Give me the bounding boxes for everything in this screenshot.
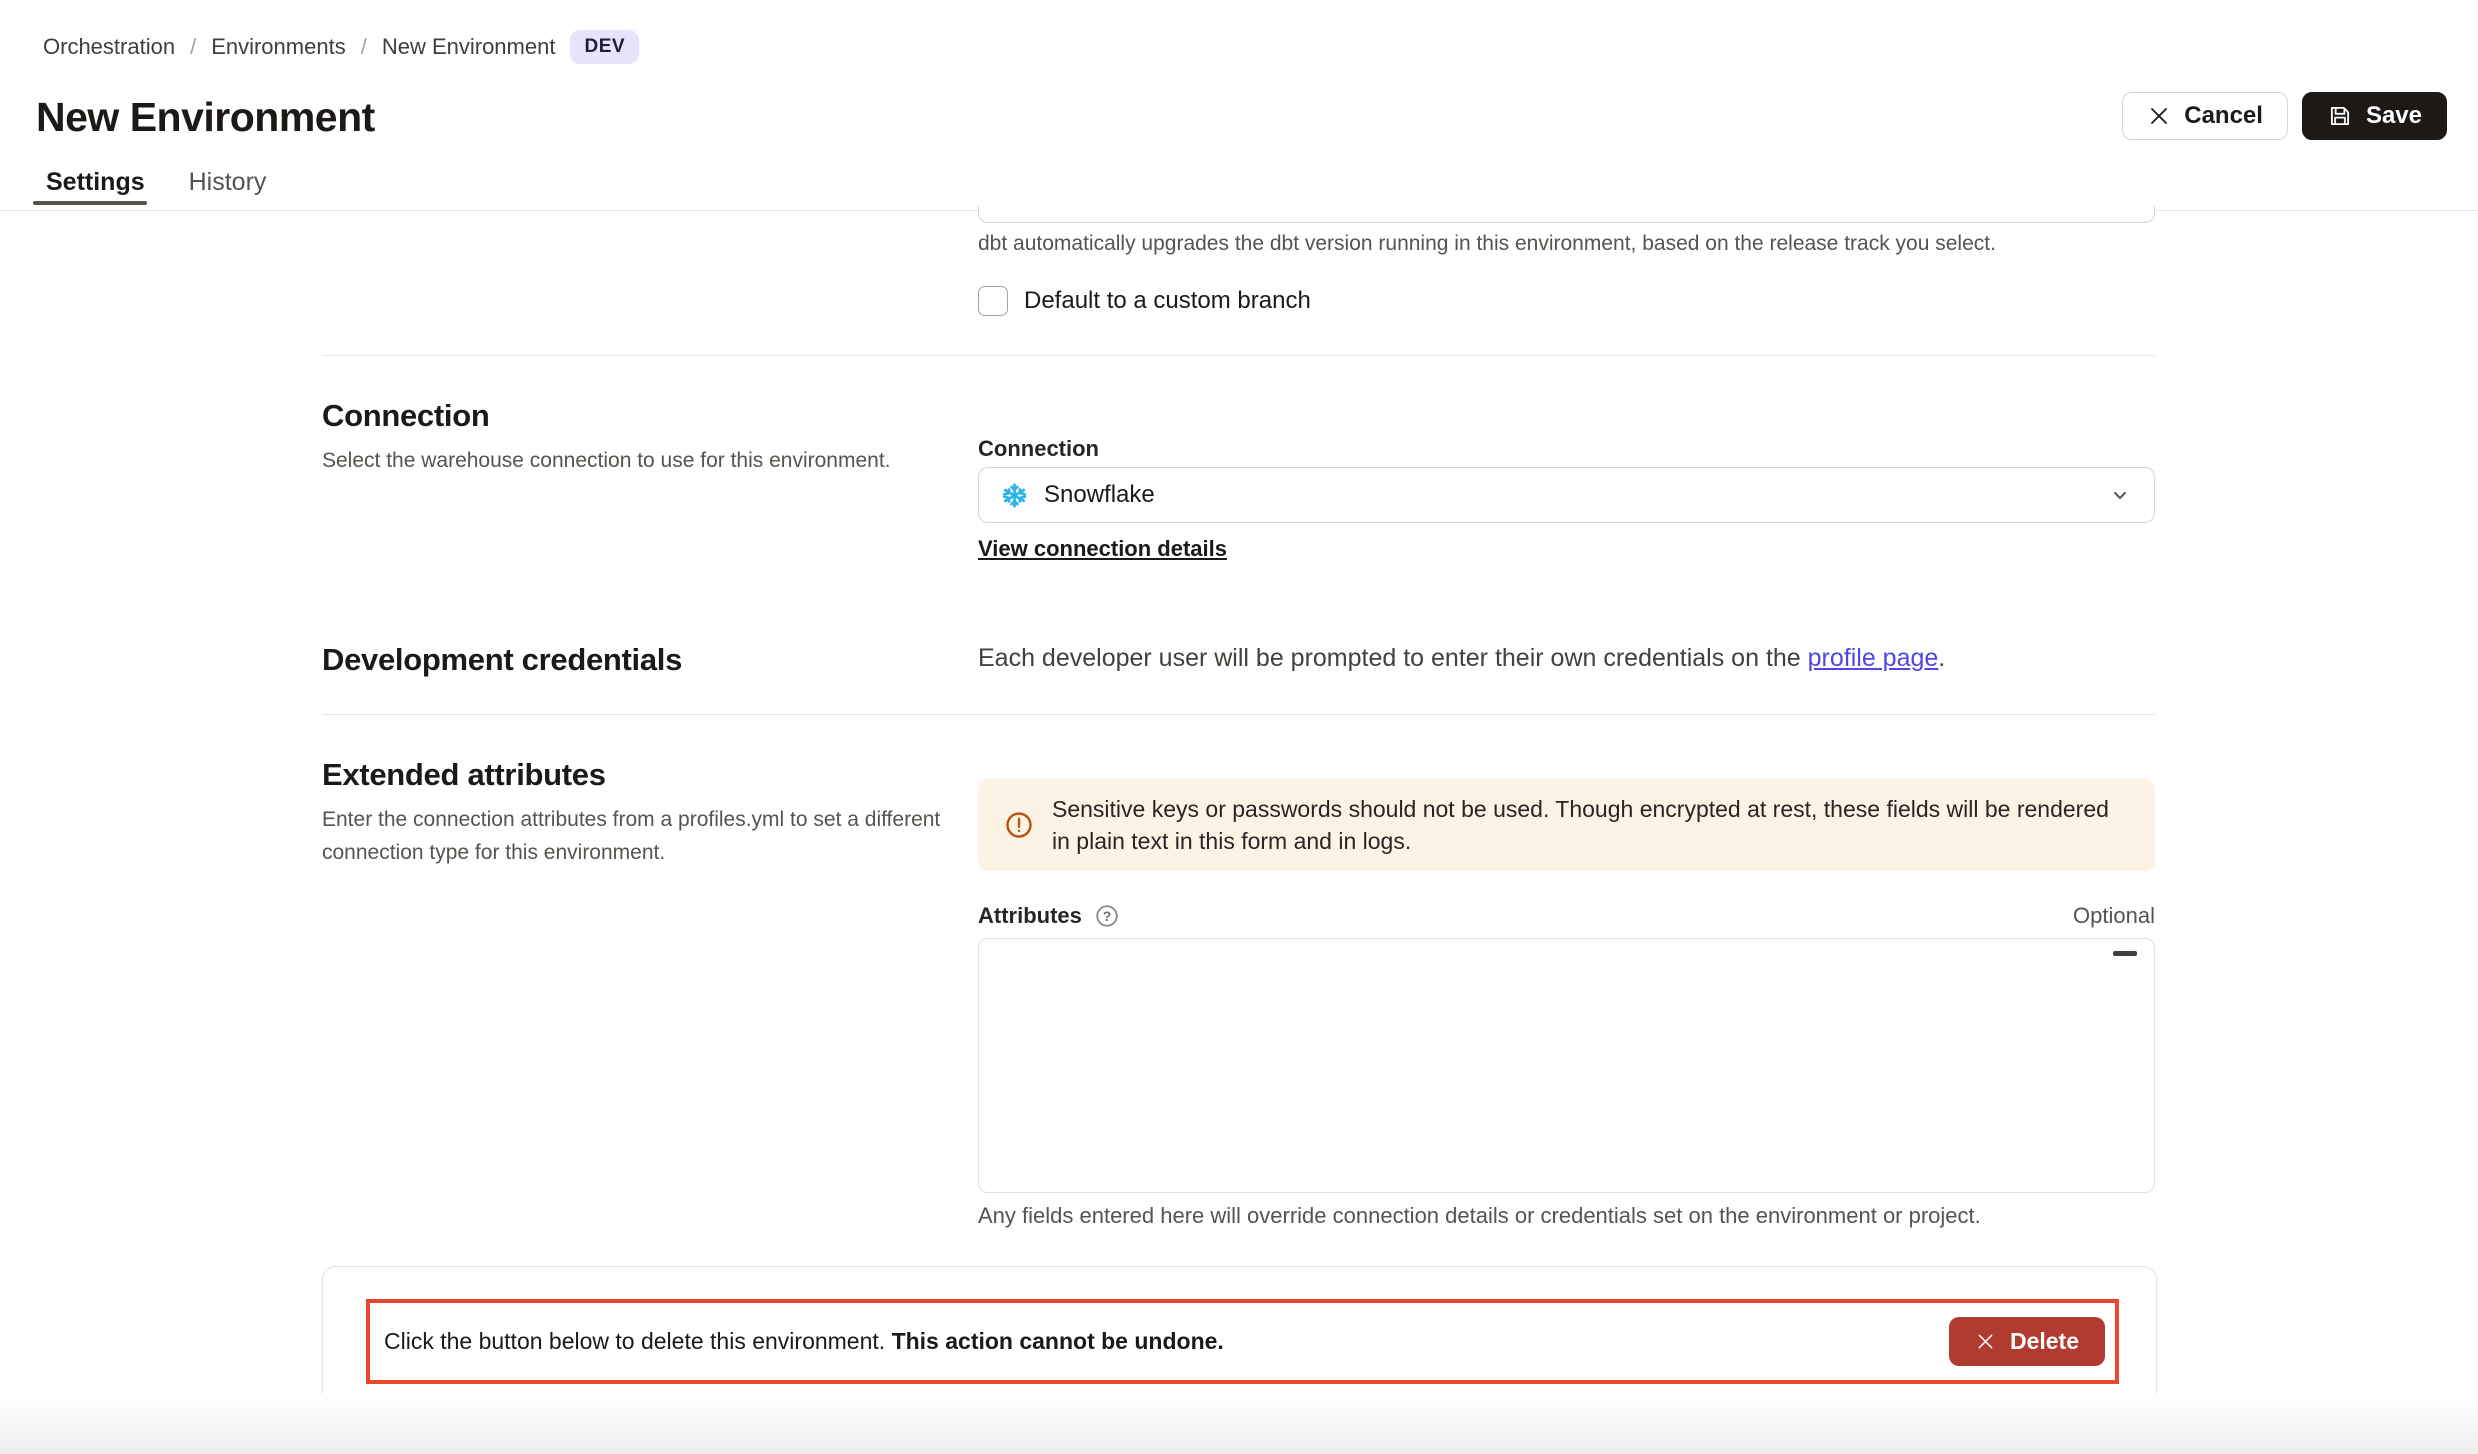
page-title: New Environment	[36, 94, 375, 141]
dev-credentials-text: Each developer user will be prompted to …	[978, 644, 1945, 673]
custom-branch-row: Default to a custom branch	[978, 286, 1311, 316]
custom-branch-checkbox[interactable]	[978, 286, 1008, 316]
delete-button[interactable]: Delete	[1949, 1317, 2105, 1366]
delete-environment-text: Click the button below to delete this en…	[384, 1328, 1224, 1355]
header-actions: Cancel Save	[2122, 92, 2447, 140]
connection-select[interactable]: Snowflake	[978, 467, 2155, 523]
save-button[interactable]: Save	[2302, 92, 2447, 140]
optional-label: Optional	[2073, 903, 2155, 929]
tab-bar: Settings History	[46, 168, 266, 197]
warning-icon	[1004, 810, 1034, 840]
page-bottom-fade	[0, 1394, 2478, 1454]
attributes-helper: Any fields entered here will override co…	[978, 1203, 1981, 1229]
environment-type-badge: DEV	[570, 30, 639, 64]
warning-text: Sensitive keys or passwords should not b…	[1052, 793, 2129, 857]
extended-attributes-heading: Extended attributes	[322, 757, 606, 793]
connection-field-label: Connection	[978, 436, 1099, 462]
attributes-editor[interactable]	[978, 938, 2155, 1193]
breadcrumb-current: New Environment	[382, 34, 556, 60]
section-divider	[322, 714, 2155, 715]
breadcrumb-separator: /	[361, 34, 367, 60]
new-environment-page: Orchestration / Environments / New Envir…	[0, 0, 2478, 1454]
breadcrumb-separator: /	[190, 34, 196, 60]
chevron-down-icon	[2108, 483, 2132, 507]
view-connection-details-link[interactable]: View connection details	[978, 536, 1227, 562]
tab-settings[interactable]: Settings	[46, 168, 145, 197]
custom-branch-label: Default to a custom branch	[1024, 287, 1311, 315]
x-icon	[1975, 1331, 1996, 1352]
svg-text:?: ?	[1103, 909, 1111, 924]
extended-attributes-description: Enter the connection attributes from a p…	[322, 803, 962, 869]
collapse-icon[interactable]	[2113, 951, 2137, 956]
tab-history[interactable]: History	[189, 168, 267, 197]
breadcrumb-environments[interactable]: Environments	[211, 34, 346, 60]
x-icon	[2147, 104, 2171, 128]
connection-selected-value: Snowflake	[1044, 481, 2108, 509]
dev-credentials-heading: Development credentials	[322, 642, 682, 678]
attributes-label: Attributes	[978, 903, 1082, 929]
sensitive-keys-warning-banner: Sensitive keys or passwords should not b…	[978, 779, 2155, 871]
connection-section-heading: Connection	[322, 398, 490, 434]
help-icon[interactable]: ?	[1094, 903, 1120, 929]
profile-page-link[interactable]: profile page	[1808, 644, 1939, 672]
release-track-helper: dbt automatically upgrades the dbt versi…	[978, 232, 1996, 256]
attributes-label-row: Attributes ? Optional	[978, 903, 2155, 929]
section-divider	[322, 355, 2155, 356]
save-icon	[2327, 103, 2353, 129]
snowflake-icon	[1001, 482, 1028, 509]
active-tab-underline	[33, 201, 147, 205]
connection-section-description: Select the warehouse connection to use f…	[322, 444, 942, 477]
cancel-button[interactable]: Cancel	[2122, 92, 2288, 140]
breadcrumb: Orchestration / Environments / New Envir…	[43, 30, 639, 64]
breadcrumb-orchestration[interactable]: Orchestration	[43, 34, 175, 60]
annotation-highlight: Click the button below to delete this en…	[366, 1299, 2119, 1384]
release-track-select-partial[interactable]	[978, 206, 2155, 223]
